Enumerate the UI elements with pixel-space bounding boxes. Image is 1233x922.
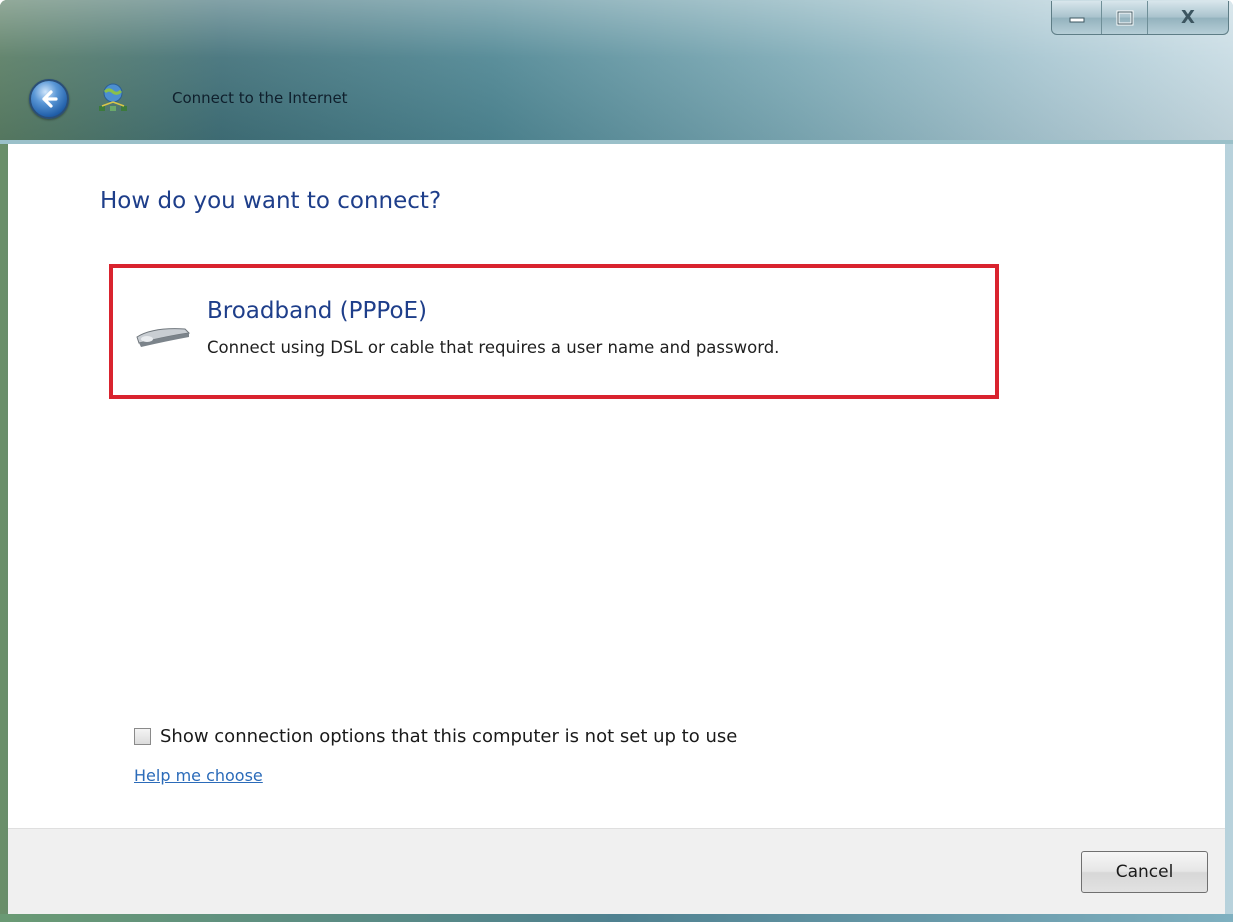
minimize-icon <box>1069 17 1084 22</box>
window-title: Connect to the Internet <box>172 89 348 107</box>
cancel-button[interactable]: Cancel <box>1081 851 1208 893</box>
close-icon: X <box>1181 7 1195 28</box>
checkbox-label: Show connection options that this comput… <box>160 726 738 747</box>
maximize-icon <box>1116 10 1133 25</box>
title-bar: Connect to the Internet X <box>0 0 1233 144</box>
show-options-checkbox-row[interactable]: Show connection options that this comput… <box>134 726 737 747</box>
back-arrow-icon <box>42 90 58 108</box>
caption-buttons: X <box>1051 1 1229 35</box>
help-me-choose-link[interactable]: Help me choose <box>134 766 263 785</box>
dialog-footer: Cancel <box>8 828 1225 915</box>
network-globe-icon <box>95 80 131 114</box>
window-bottom-border <box>0 914 1233 922</box>
maximize-button[interactable] <box>1102 1 1148 34</box>
dialog-window: Connect to the Internet X How do you wan… <box>0 0 1233 922</box>
back-button[interactable] <box>29 79 69 119</box>
dialog-content: How do you want to connect? Broadband (P… <box>8 144 1225 828</box>
page-heading: How do you want to connect? <box>100 188 442 214</box>
broadband-option[interactable]: Broadband (PPPoE) Connect using DSL or c… <box>109 264 999 399</box>
minimize-button[interactable] <box>1052 1 1102 34</box>
option-description: Connect using DSL or cable that requires… <box>207 338 780 357</box>
show-options-checkbox[interactable] <box>134 728 151 745</box>
close-button[interactable]: X <box>1148 1 1228 34</box>
modem-icon <box>133 323 193 353</box>
option-title: Broadband (PPPoE) <box>207 298 428 324</box>
